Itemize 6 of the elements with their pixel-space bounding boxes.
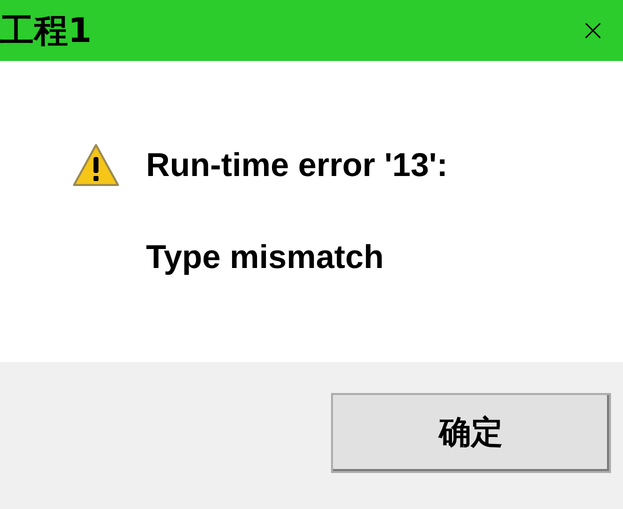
window-title: 工程1: [0, 14, 92, 48]
message-text: Type mismatch: [146, 237, 385, 277]
message-text: Run-time error '13':: [146, 145, 448, 185]
ok-button[interactable]: 确定: [331, 393, 611, 473]
warning-icon: [72, 143, 120, 187]
close-button[interactable]: ×: [563, 0, 623, 61]
